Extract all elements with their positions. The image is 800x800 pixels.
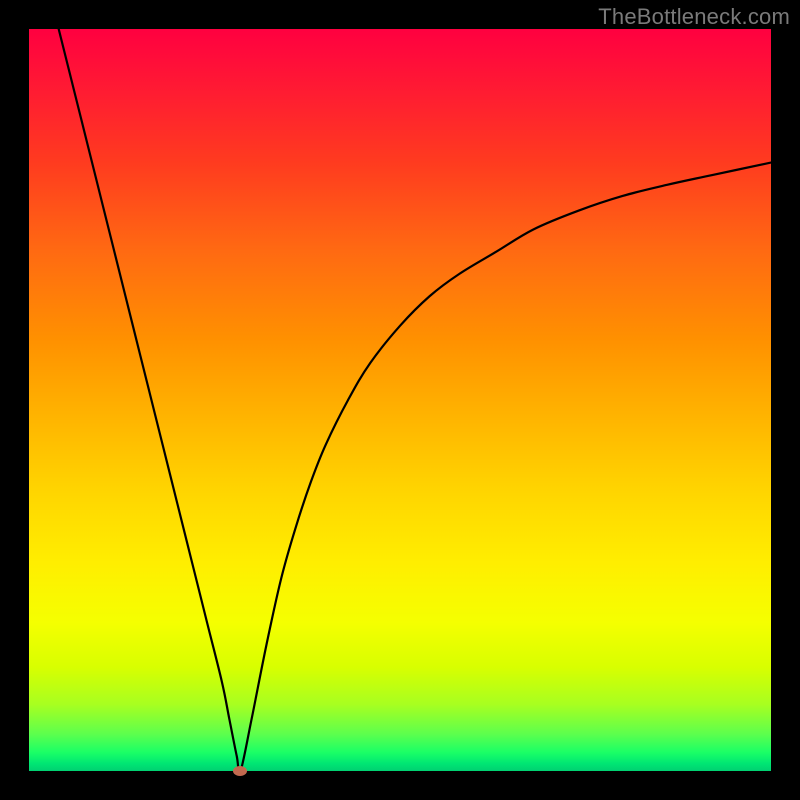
watermark-text: TheBottleneck.com: [598, 4, 790, 30]
minimum-dot: [233, 766, 247, 776]
plot-area: [29, 29, 771, 771]
bottleneck-curve: [29, 29, 771, 771]
curve-path: [59, 29, 771, 771]
chart-frame: TheBottleneck.com: [0, 0, 800, 800]
